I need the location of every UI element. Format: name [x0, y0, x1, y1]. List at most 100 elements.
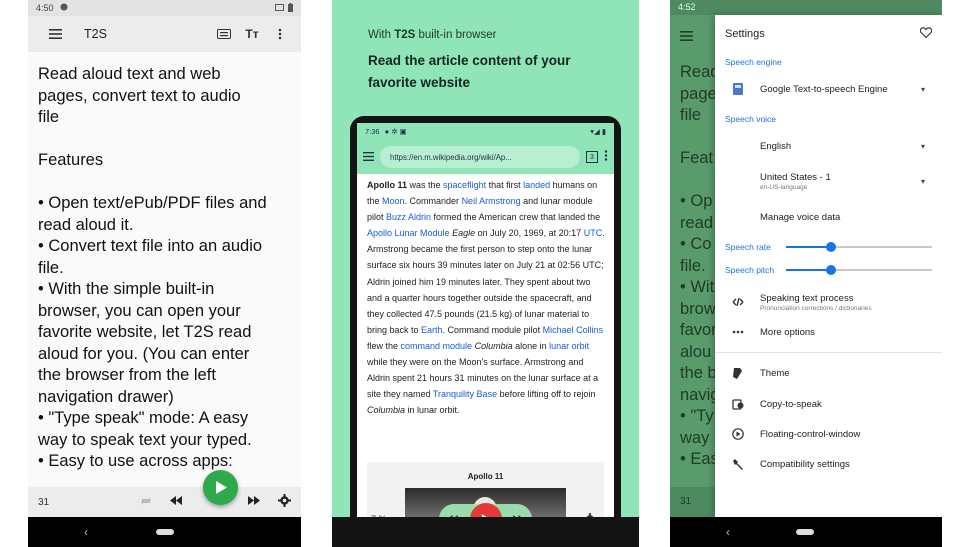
- fast-forward-icon[interactable]: [248, 496, 260, 508]
- promo-caption: With T2S built-in browser: [368, 29, 497, 41]
- bg-reader-line: Read: [680, 63, 720, 81]
- status-time: 4:50: [36, 3, 54, 13]
- speech-rate-label: Speech rate: [725, 242, 771, 252]
- heart-icon[interactable]: [919, 26, 933, 41]
- bg-reader-line: brow: [680, 299, 716, 318]
- player-bar: 31: [28, 487, 301, 517]
- bg-reader-line: file: [680, 106, 702, 124]
- rewind-icon[interactable]: [170, 496, 182, 508]
- reader-line: aloud for you. (You can enter: [38, 344, 250, 363]
- status-bar: 4:50: [28, 0, 301, 16]
- promo-headline: Read the article content of your favorit…: [368, 53, 571, 90]
- nav-back-icon[interactable]: ‹: [84, 525, 88, 539]
- bg-status-bar: 4:52: [670, 0, 942, 15]
- bg-reader-line: [680, 170, 719, 192]
- drawer-header: Settings: [715, 15, 942, 52]
- reader-line: Features: [38, 151, 104, 169]
- reader-line: [38, 129, 291, 151]
- language-dropdown-icon: ▾: [920, 141, 925, 151]
- reader-line: favorite website, let T2S read: [38, 323, 252, 341]
- reader-line: pages, convert text to audio: [38, 86, 241, 105]
- nav-home-icon[interactable]: [156, 529, 174, 535]
- bg-reader-text: Read page file Feat • Op read • Co file. • Wit br…: [680, 62, 719, 471]
- engine-app-icon: [715, 83, 760, 95]
- compatibility-label: Compatibility settings: [760, 458, 850, 470]
- speaking-process-label: Speaking text process: [760, 292, 854, 304]
- speaking-process-sub: Pronunciation corrections / dictionaries: [760, 304, 872, 312]
- reader-line: browser, you can open your: [38, 301, 241, 320]
- bg-reader-line: page: [680, 84, 717, 103]
- nav-home-icon-2[interactable]: [796, 529, 814, 535]
- reader-line: read aloud it.: [38, 215, 134, 234]
- speech-rate-track[interactable]: [786, 242, 932, 252]
- bg-reader-line: • "Ty: [680, 407, 714, 425]
- region-dropdown-icon: ▾: [920, 176, 925, 186]
- reader-line: file.: [38, 258, 64, 277]
- play-circle-icon: [715, 428, 760, 440]
- system-nav-bar: ‹: [28, 517, 301, 547]
- speech-rate-knob[interactable]: [826, 242, 837, 252]
- compatibility-item[interactable]: Compatibility settings: [715, 456, 942, 472]
- language-value: English: [760, 140, 792, 152]
- reader-line: • "Type speak" mode: A easy: [38, 409, 249, 427]
- speech-rate-slider[interactable]: Speech rate: [715, 241, 942, 253]
- bg-reader-line: • Co: [680, 235, 712, 253]
- reader-line: • Open text/ePub/PDF files and: [38, 194, 267, 212]
- speech-pitch-label: Speech pitch: [725, 265, 775, 275]
- more-options-item[interactable]: More options: [715, 324, 942, 340]
- page-number: 31: [38, 496, 50, 508]
- region-sub: en-US-language: [760, 183, 808, 191]
- bg-reader-line: [680, 127, 719, 149]
- repeat-icon[interactable]: [140, 496, 152, 509]
- reader-text[interactable]: Read aloud text and web pages, convert te…: [28, 52, 301, 487]
- keyboard-icon[interactable]: [213, 23, 235, 45]
- engine-value: Google Text-to-speech Engine: [760, 83, 888, 95]
- app-bar: T2S Tт: [28, 16, 301, 52]
- phone-bottom-bezel: [332, 517, 639, 547]
- theme-icon: [715, 367, 760, 379]
- engine-dropdown-icon: ▾: [920, 84, 925, 94]
- region-value: United States - 1: [760, 171, 831, 183]
- speaking-process-item[interactable]: Speaking text process Pronunciation corr…: [715, 290, 942, 314]
- bg-reader-line: navig: [680, 385, 720, 404]
- theme-item[interactable]: Theme: [715, 365, 942, 381]
- bg-reader-line: • Op: [680, 192, 713, 210]
- bg-reader-line: • Wit: [680, 278, 715, 296]
- more-vert-icon[interactable]: [269, 23, 291, 45]
- settings-gear-icon[interactable]: [278, 494, 291, 510]
- speech-pitch-slider[interactable]: Speech pitch: [715, 264, 942, 276]
- bg-reader-line: the b: [680, 364, 717, 382]
- speech-pitch-track[interactable]: [786, 265, 932, 275]
- system-nav-bar-2: ‹: [670, 517, 942, 547]
- bg-page-number: 31: [670, 487, 715, 517]
- reader-screen: 4:50 T2S Tт Read aloud text and web pages…: [28, 0, 301, 547]
- text-size-icon[interactable]: Tт: [241, 23, 263, 45]
- theme-label: Theme: [760, 367, 790, 379]
- cast-icon: [275, 3, 284, 13]
- reader-line: • Convert text file into an audio: [38, 237, 263, 255]
- wrench-icon: [715, 458, 760, 470]
- play-button[interactable]: [203, 470, 238, 505]
- bg-reader-line: way: [680, 428, 710, 447]
- reader-line: the browser from the left: [38, 366, 216, 384]
- menu-icon[interactable]: [44, 23, 66, 45]
- nav-back-icon-2[interactable]: ‹: [726, 525, 730, 539]
- floating-window-item[interactable]: Floating-control-window: [715, 426, 942, 442]
- battery-icon: [288, 2, 293, 14]
- app-title: T2S: [84, 27, 107, 41]
- more-options-label: More options: [760, 326, 815, 338]
- clipboard-icon: [715, 398, 760, 410]
- drawer-divider: [715, 352, 942, 353]
- engine-selector[interactable]: Google Text-to-speech Engine ▾: [715, 81, 942, 97]
- speech-pitch-knob[interactable]: [826, 265, 837, 275]
- region-selector[interactable]: United States - 1 en-US-language ▾: [715, 168, 942, 194]
- bg-menu-icon: [680, 28, 693, 46]
- bg-reader-line: read: [680, 213, 714, 232]
- reader-line: • Easy to use across apps:: [38, 452, 233, 470]
- reader-line: file: [38, 108, 60, 126]
- reader-line: navigation drawer): [38, 387, 174, 406]
- copy-to-speak-item[interactable]: Copy-to-speak: [715, 396, 942, 412]
- manage-voice-data[interactable]: Manage voice data: [715, 209, 942, 225]
- reader-line: [38, 172, 291, 194]
- language-selector[interactable]: English ▾: [715, 138, 942, 154]
